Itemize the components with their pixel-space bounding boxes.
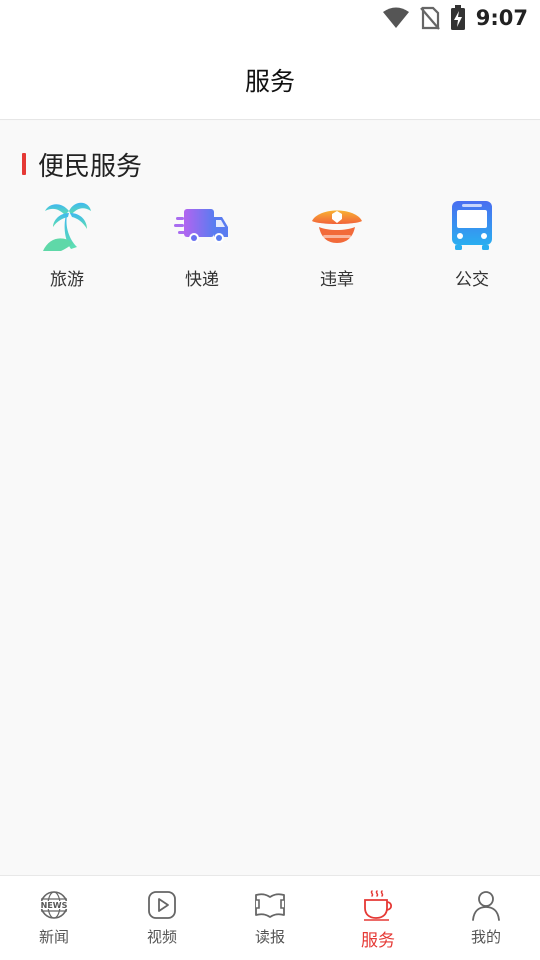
palm-tree-icon xyxy=(43,202,91,251)
section-accent-bar xyxy=(22,153,26,175)
title-bar: 服务 xyxy=(0,36,540,120)
service-item-bus[interactable]: 公交 xyxy=(422,197,522,297)
tab-mine[interactable]: 我的 xyxy=(432,876,540,960)
police-cap-icon xyxy=(312,210,362,243)
service-label-express: 快递 xyxy=(185,270,219,290)
tab-label-video: 视频 xyxy=(146,928,177,946)
tab-label-service: 服务 xyxy=(361,931,395,951)
tab-label-newspaper: 读报 xyxy=(254,928,285,946)
tab-label-news: 新闻 xyxy=(38,928,69,946)
page-title: 服务 xyxy=(244,67,295,96)
video-play-icon xyxy=(148,891,176,919)
service-item-violation[interactable]: 违章 xyxy=(287,197,387,297)
user-icon xyxy=(472,891,500,921)
tab-label-mine: 我的 xyxy=(470,928,501,946)
battery-charging-icon xyxy=(450,5,465,30)
section-header: 便民服务 xyxy=(22,149,142,182)
svg-text:NEWS: NEWS xyxy=(41,901,68,910)
tab-news[interactable]: NEWS 新闻 xyxy=(0,876,108,960)
coffee-cup-icon xyxy=(364,890,393,921)
news-globe-icon: NEWS xyxy=(38,891,70,919)
service-label-violation: 违章 xyxy=(320,270,354,290)
tab-service[interactable]: 服务 xyxy=(324,876,432,960)
wifi-icon xyxy=(382,7,409,28)
newspaper-icon xyxy=(255,893,285,918)
status-icons: 9:07 xyxy=(382,4,528,32)
section-title: 便民服务 xyxy=(38,151,143,182)
service-grid: 旅游 快递 违章 公交 xyxy=(0,197,540,307)
service-label-bus: 公交 xyxy=(455,270,489,290)
tab-video[interactable]: 视频 xyxy=(108,876,216,960)
main-content: 便民服务 旅游 快递 违章 公交 xyxy=(0,121,540,875)
service-item-express[interactable]: 快递 xyxy=(152,197,252,297)
bus-icon xyxy=(452,201,492,250)
status-bar: 9:07 xyxy=(0,0,540,36)
status-time: 9:07 xyxy=(475,6,528,30)
service-item-travel[interactable]: 旅游 xyxy=(17,197,117,297)
service-label-travel: 旅游 xyxy=(50,270,84,290)
delivery-truck-icon xyxy=(174,209,228,243)
bottom-tab-bar: NEWS 新闻 视频 读报 服务 我的 xyxy=(0,875,540,960)
tab-newspaper[interactable]: 读报 xyxy=(216,876,324,960)
no-sim-icon xyxy=(419,6,440,30)
